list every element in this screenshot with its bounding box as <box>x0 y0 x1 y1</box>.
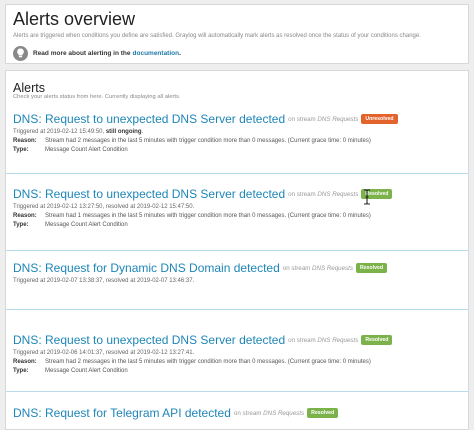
alert-title-link[interactable]: DNS: Request for Telegram API detected <box>13 406 231 420</box>
alert-reason: Reason: Stream had 2 messages in the last… <box>13 138 371 144</box>
lightbulb-icon <box>13 45 28 61</box>
status-badge: Resolved <box>361 335 393 345</box>
documentation-hint: Read more about alerting in the document… <box>13 45 181 61</box>
alert-title-link[interactable]: DNS: Request to unexpected DNS Server de… <box>13 333 285 347</box>
alert-triggered: Triggered at 2019-02-06 14:01:37, resolv… <box>13 350 195 356</box>
divider <box>6 391 468 392</box>
alert-type: Type: Message Count Alert Condition <box>13 221 128 228</box>
divider <box>6 250 468 251</box>
alert-item: DNS: Request to unexpected DNS Server de… <box>13 111 466 155</box>
alert-reason: Reason: Stream had 2 messages in the last… <box>13 359 371 365</box>
alert-title-link[interactable]: DNS: Request to unexpected DNS Server de… <box>13 187 285 201</box>
alert-item: DNS: Request for Dynamic DNS Domain dete… <box>13 260 466 287</box>
alerts-overview-panel: Alerts overview Alerts are triggered whe… <box>5 4 469 64</box>
divider <box>6 309 468 310</box>
alert-stream: on stream DNS Requests <box>288 336 359 344</box>
alert-triggered: Triggered at 2019-02-07 13:38:37, resolv… <box>13 278 195 284</box>
alerts-panel: Alerts Check your alerts status from her… <box>5 70 469 430</box>
alert-triggered: Triggered at 2019-02-12 13:27:50, resolv… <box>13 204 195 210</box>
text-cursor-icon <box>364 189 370 205</box>
alert-item: DNS: Request to unexpected DNS Server de… <box>13 332 466 376</box>
alert-triggered: Triggered at 2019-02-12 15:49:50, still … <box>13 129 144 135</box>
alert-title-link[interactable]: DNS: Request to unexpected DNS Server de… <box>13 112 285 126</box>
page-title: Alerts overview <box>13 9 136 29</box>
divider <box>6 173 468 174</box>
alert-reason: Reason: Stream had 1 messages in the last… <box>13 213 371 219</box>
hint-text: Read more about alerting in the <box>33 49 131 57</box>
alerts-description: Check your alerts status from here. Curr… <box>13 94 181 100</box>
status-badge: Resolved <box>355 263 388 273</box>
alert-type: Type: Message Count Alert Condition <box>13 367 128 374</box>
alert-item: DNS: Request to unexpected DNS Server de… <box>13 186 466 230</box>
status-badge: Unresolved <box>361 114 398 124</box>
alert-item: DNS: Request for Telegram API detected o… <box>13 405 466 421</box>
page-description: Alerts are triggered when conditions you… <box>13 33 421 39</box>
alert-title-link[interactable]: DNS: Request for Dynamic DNS Domain dete… <box>13 261 280 275</box>
status-badge: Resolved <box>307 408 339 418</box>
alert-stream: on stream DNS Requests <box>282 264 353 272</box>
alert-type: Type: Message Count Alert Condition <box>13 146 128 153</box>
hint-end: . <box>179 49 181 57</box>
alert-stream: on stream DNS Requests <box>288 115 359 123</box>
alert-stream: on stream DNS Requests <box>288 190 359 198</box>
alert-stream: on stream DNS Requests <box>233 409 305 417</box>
alerts-heading: Alerts <box>13 81 45 95</box>
documentation-link[interactable]: documentation <box>133 50 180 57</box>
